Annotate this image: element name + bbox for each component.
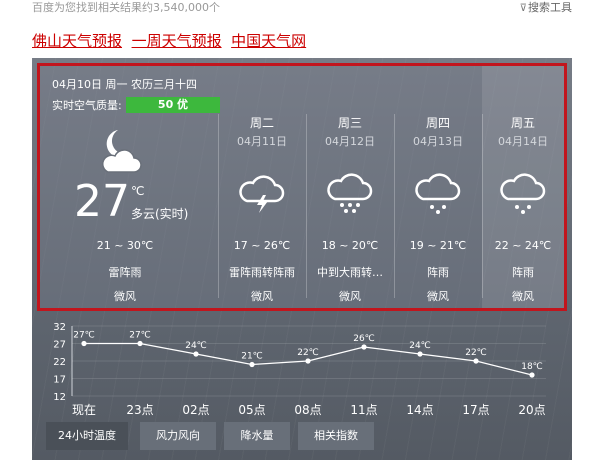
results-count: 百度为您找到相关结果约3,540,000个 <box>32 1 220 14</box>
thunder-cloud-icon <box>239 175 285 213</box>
temperature-point <box>361 344 367 350</box>
temperature-point-label: 27℃ <box>129 331 151 341</box>
day-date: 04月12日 <box>325 135 375 148</box>
funnel-icon: ⊽ <box>519 3 527 14</box>
day-name: 周五 <box>510 116 535 130</box>
temperature-point <box>305 358 311 364</box>
day-range: 22 ~ 24℃ <box>494 239 552 252</box>
tab-indices[interactable]: 相关指数 <box>298 422 374 450</box>
x-tick-label: 02点 <box>182 403 209 417</box>
forecast-day-fri[interactable]: 周五 04月14日 22 ~ 24℃ 阵雨 微风 <box>482 66 564 308</box>
current-condition: 多云(实时) <box>131 207 189 221</box>
day-date: 04月11日 <box>237 135 287 148</box>
tab-wind[interactable]: 风力风向 <box>140 422 216 450</box>
today-range: 21 ~ 30℃ <box>96 239 154 252</box>
temperature-point <box>137 340 143 347</box>
result-title-link[interactable]: 一周天气预报 <box>132 32 222 50</box>
temperature-point-label: 27℃ <box>73 331 95 341</box>
day-range: 18 ~ 20℃ <box>321 239 379 252</box>
y-tick-label: 12 <box>53 392 66 403</box>
temperature-point-label: 24℃ <box>409 341 431 351</box>
x-tick-label: 08点 <box>294 403 321 417</box>
temperature-point <box>193 351 199 357</box>
moon-cloud-icon <box>102 130 142 173</box>
x-tick-label: 11点 <box>350 403 377 417</box>
day-desc: 阵雨 <box>512 266 534 279</box>
day-desc: 雷阵雨转阵雨 <box>229 266 295 279</box>
day-range: 19 ~ 21℃ <box>409 239 467 252</box>
temperature-point <box>473 358 479 364</box>
weather-widget: 04月10日 周一 农历三月十四 实时空气质量: 50 优 27 ℃ 多云(实时… <box>32 58 572 460</box>
x-tick-label: 23点 <box>126 403 153 417</box>
y-tick-label: 27 <box>53 340 66 351</box>
day-desc: 阵雨 <box>427 266 449 279</box>
today-desc: 雷阵雨 <box>108 266 142 279</box>
day-wind: 微风 <box>251 290 273 303</box>
aqi-badge[interactable]: 50 优 <box>126 97 220 113</box>
x-tick-label: 20点 <box>518 403 545 417</box>
current-temperature: 27 <box>74 176 130 227</box>
x-tick-label: 17点 <box>462 403 489 417</box>
forecast-day-tue[interactable]: 周二 04月11日 17 ~ 26℃ 雷阵雨转阵雨 微风 <box>218 66 306 308</box>
result-title-link[interactable]: 佛山天气预报 <box>32 32 122 50</box>
search-tools-label: 搜索工具 <box>528 1 572 14</box>
temperature-point-label: 21℃ <box>241 352 263 362</box>
tab-24h-temperature[interactable]: 24小时温度 <box>46 422 128 450</box>
tab-precipitation[interactable]: 降水量 <box>224 422 290 450</box>
rain-cloud-icon <box>500 173 546 214</box>
temperature-point-label: 26℃ <box>353 334 375 344</box>
temperature-unit: ℃ <box>131 184 145 198</box>
x-tick-label: 14点 <box>406 403 433 417</box>
temperature-chart: 32 27 22 17 12 27℃ 现在 27℃ 23点 24℃ 02点 21℃ 05点 22℃ 08点 2… <box>53 322 546 417</box>
day-date: 04月13日 <box>413 135 463 148</box>
day-wind: 微风 <box>427 290 449 303</box>
day-desc: 中到大雨转… <box>317 266 383 279</box>
temperature-point-label: 22℃ <box>465 348 487 358</box>
aqi-label: 实时空气质量: <box>52 99 122 112</box>
day-name: 周三 <box>337 116 362 130</box>
forecast-day-wed[interactable]: 周三 04月12日 18 ~ 20℃ 中到大雨转… 微风 <box>306 66 394 308</box>
chart-tabs: 24小时温度 风力风向 降水量 相关指数 <box>32 422 572 450</box>
day-wind: 微风 <box>512 290 534 303</box>
results-bar: 百度为您找到相关结果约3,540,000个 ⊽搜索工具 <box>32 0 572 14</box>
temperature-point <box>417 351 423 357</box>
rain-cloud-icon <box>415 173 461 214</box>
x-tick-label: 现在 <box>72 403 96 417</box>
result-title[interactable]: 佛山天气预报 一周天气预报 中国天气网 <box>32 30 306 51</box>
y-tick-label: 22 <box>53 357 66 368</box>
temperature-point <box>81 340 87 347</box>
rain-cloud-icon <box>327 173 373 213</box>
temperature-point-label: 24℃ <box>185 341 207 351</box>
temperature-point <box>529 372 535 378</box>
temperature-point-label: 18℃ <box>521 362 543 372</box>
x-tick-label: 05点 <box>238 403 265 417</box>
day-range: 17 ~ 26℃ <box>233 239 291 252</box>
day-name: 周二 <box>249 116 274 130</box>
today-wind: 微风 <box>114 290 136 303</box>
temperature-point <box>249 361 255 368</box>
day-wind: 微风 <box>339 290 361 303</box>
result-title-link[interactable]: 中国天气网 <box>231 32 306 50</box>
day-date: 04月14日 <box>498 135 548 148</box>
search-tools-button[interactable]: ⊽搜索工具 <box>520 0 572 15</box>
day-name: 周四 <box>425 116 450 130</box>
y-tick-label: 17 <box>53 375 66 386</box>
y-tick-label: 32 <box>53 322 66 333</box>
forecast-day-thu[interactable]: 周四 04月13日 19 ~ 21℃ 阵雨 微风 <box>394 66 482 308</box>
temperature-point-label: 22℃ <box>297 348 319 358</box>
current-date: 04月10日 周一 农历三月十四 <box>52 78 197 91</box>
forecast-frame: 04月10日 周一 农历三月十四 实时空气质量: 50 优 27 ℃ 多云(实时… <box>37 63 567 311</box>
